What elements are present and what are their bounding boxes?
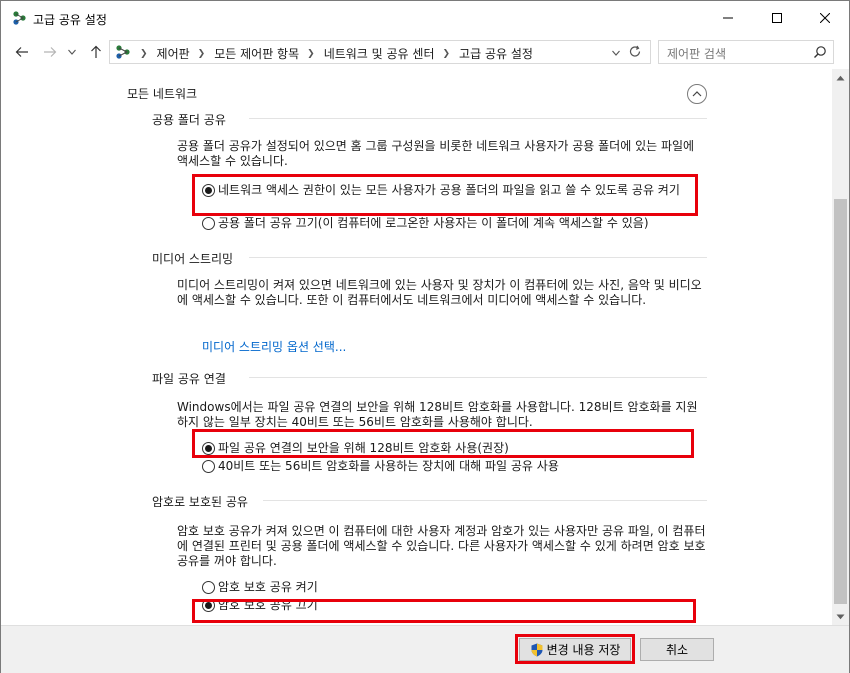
chevron-right-icon: ❯ (140, 48, 148, 59)
chevron-up-icon (692, 91, 702, 97)
back-button[interactable] (13, 43, 31, 61)
window-title: 고급 공유 설정 (33, 13, 107, 27)
media-streaming-options-link[interactable]: 미디어 스트리밍 옵션 선택... (202, 338, 346, 355)
highlight-box (192, 174, 698, 216)
section-divider (263, 500, 707, 501)
advanced-sharing-window: 고급 공유 설정 ❯ 제어판 ❯ 모든 제어판 항목 ❯ 네트워크 및 공유 센… (0, 0, 850, 673)
breadcrumb-item-network-center[interactable]: 네트워크 및 공유 센터 (324, 45, 435, 62)
radio-button[interactable] (202, 581, 215, 594)
section-divider (249, 377, 707, 378)
navigation-bar: ❯ 제어판 ❯ 모든 제어판 항목 ❯ 네트워크 및 공유 센터 ❯ 고급 공유… (1, 35, 849, 69)
section-title-public-folder: 공용 폴더 공유 (152, 113, 226, 127)
address-bar[interactable]: ❯ 제어판 ❯ 모든 제어판 항목 ❯ 네트워크 및 공유 센터 ❯ 고급 공유… (109, 40, 651, 64)
cancel-button[interactable]: 취소 (640, 638, 714, 661)
radio-button[interactable] (202, 460, 215, 473)
chevron-right-icon[interactable]: ❯ (443, 49, 451, 59)
settings-content: 모든 네트워크 공용 폴더 공유 공용 폴더 공유가 설정되어 있으면 홈 그룹… (1, 69, 832, 625)
network-icon (13, 11, 26, 25)
password-description: 암호 보호 공유가 켜져 있으면 이 컴퓨터에 대한 사용자 계정과 암호가 있… (177, 524, 706, 568)
public-folder-description: 공용 폴더 공유가 설정되어 있으면 홈 그룹 구성원을 비롯한 네트워크 사용… (177, 139, 695, 168)
vertical-scrollbar[interactable] (832, 69, 849, 625)
radio-button[interactable] (202, 217, 215, 230)
highlight-box (192, 429, 694, 458)
section-title-password-sharing: 암호로 보호된 공유 (152, 495, 248, 509)
password-on-label[interactable]: 암호 보호 공유 켜기 (218, 580, 318, 595)
network-icon (116, 45, 130, 59)
breadcrumb: ❯ 제어판 ❯ 모든 제어판 항목 ❯ 네트워크 및 공유 센터 ❯ 고급 공유… (140, 45, 533, 62)
maximize-button[interactable] (754, 1, 800, 35)
breadcrumb-item-advanced-sharing[interactable]: 고급 공유 설정 (459, 45, 533, 62)
search-input[interactable]: 제어판 검색 (667, 45, 726, 62)
chevron-right-icon[interactable]: ❯ (198, 49, 206, 59)
refresh-icon[interactable] (628, 45, 642, 59)
close-icon (820, 13, 830, 23)
chevron-down-icon[interactable] (612, 50, 620, 56)
file-sharing-description: Windows에서는 파일 공유 연결의 보안을 위해 128비트 암호화를 사… (177, 400, 698, 429)
collapse-button[interactable] (687, 84, 707, 104)
chevron-down-icon (68, 49, 76, 55)
encryption-40-56-label[interactable]: 40비트 또는 56비트 암호화를 사용하는 장치에 대해 파일 공유 사용 (218, 459, 559, 474)
arrow-right-icon (44, 47, 57, 57)
title-bar: 고급 공유 설정 (1, 1, 849, 35)
search-icon[interactable] (813, 45, 827, 59)
highlight-box (192, 599, 696, 623)
password-on-option[interactable]: 암호 보호 공유 켜기 (202, 580, 318, 595)
public-folder-off-option[interactable]: 공용 폴더 공유 끄기(이 컴퓨터에 로그온한 사용자는 이 폴더에 계속 액세… (202, 216, 649, 231)
breadcrumb-item-control-panel[interactable]: 제어판 (157, 45, 190, 62)
arrow-up-icon (91, 45, 101, 58)
breadcrumb-item-all-items[interactable]: 모든 제어판 항목 (214, 45, 299, 62)
up-button[interactable] (87, 43, 105, 61)
minimize-button[interactable] (705, 1, 751, 35)
arrow-left-icon (15, 47, 28, 57)
section-divider (249, 118, 707, 119)
encryption-40-56-option[interactable]: 40비트 또는 56비트 암호화를 사용하는 장치에 대해 파일 공유 사용 (202, 459, 559, 474)
section-title-media-streaming: 미디어 스트리밍 (152, 252, 234, 266)
button-bar: 변경 내용 저장 취소 (1, 625, 849, 673)
public-folder-off-label[interactable]: 공용 폴더 공유 끄기(이 컴퓨터에 로그온한 사용자는 이 폴더에 계속 액세… (218, 216, 649, 231)
profile-title: 모든 네트워크 (127, 87, 198, 101)
scrollbar-thumb[interactable] (834, 199, 847, 604)
cancel-button-label: 취소 (665, 643, 689, 657)
section-title-file-sharing: 파일 공유 연결 (152, 372, 226, 386)
minimize-icon (723, 17, 733, 19)
search-box[interactable]: 제어판 검색 (658, 40, 834, 64)
forward-button[interactable] (41, 43, 59, 61)
media-description: 미디어 스트리밍이 켜져 있으면 네트워크에 있는 사용자 및 장치가 이 컴퓨… (177, 278, 702, 307)
close-button[interactable] (802, 1, 848, 35)
highlight-box (515, 634, 635, 664)
scroll-up-arrow-icon[interactable] (832, 69, 849, 86)
maximize-icon (772, 13, 782, 23)
section-divider (249, 257, 707, 258)
recent-locations-button[interactable] (63, 43, 81, 61)
chevron-right-icon[interactable]: ❯ (307, 49, 315, 59)
scroll-down-arrow-icon[interactable] (832, 608, 849, 625)
